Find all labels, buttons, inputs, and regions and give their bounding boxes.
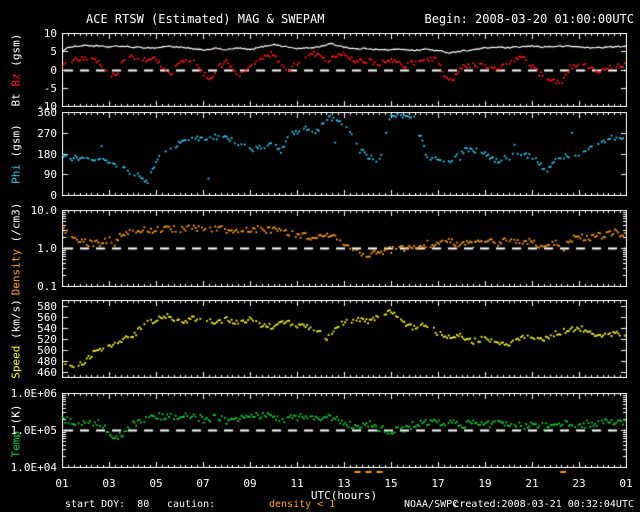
x-tick-label: 01 (619, 477, 633, 490)
mag-ytick-label: -5 (43, 81, 57, 95)
speed-plot-canvas (62, 300, 627, 378)
density-plot-canvas (62, 210, 627, 287)
x-tick-label: 23 (572, 477, 586, 490)
temp-ytick-label: 1.0E+04 (10, 461, 57, 474)
speed-ytick-label: 480 (37, 354, 57, 368)
density-ytick-label: 0.1 (37, 280, 57, 293)
phi-ytick-label: 180 (37, 147, 57, 161)
speed-ytick-label: 460 (37, 365, 57, 379)
temp-ytick-label: 1.0E+05 (10, 424, 57, 437)
speed-ytick-label: 500 (37, 343, 57, 357)
x-tick-label: 15 (384, 477, 398, 490)
x-tick-label: 03 (102, 477, 116, 490)
ace-rtsw-solar-wind-plot: ACE RTSW (Estimated) MAG & SWEPAM Begin:… (0, 0, 640, 512)
x-tick-label: 17 (431, 477, 445, 490)
phi-plot-canvas (62, 112, 627, 196)
x-tick-label: 19 (478, 477, 492, 490)
created-timestamp: created:2008-03-21 00:32:04UTC (453, 499, 634, 510)
density-ytick-label: 1.0 (37, 242, 57, 255)
caution-label: caution: (167, 499, 216, 510)
caution-marker-strip (62, 470, 627, 474)
x-tick-label: 11 (290, 477, 304, 490)
speed-ytick-label: 580 (37, 299, 57, 313)
temp-plot-canvas (62, 393, 627, 468)
mag-ytick-label: 10 (43, 27, 57, 40)
plot-title: ACE RTSW (Estimated) MAG & SWEPAM (86, 12, 325, 26)
mag-ytick-label: 0 (50, 63, 57, 77)
x-tick-label: 09 (243, 477, 257, 490)
phi-ytick-label: 270 (37, 126, 57, 140)
x-tick-label: 21 (525, 477, 539, 490)
speed-ytick-label: 520 (37, 332, 57, 346)
caution-value: density < 1 (269, 499, 336, 510)
speed-ytick-label: 540 (37, 321, 57, 335)
density-ytick-label: 10.0 (30, 204, 58, 217)
mag-plot-canvas (62, 33, 627, 107)
start-doy-label: start DOY: 80 (65, 499, 150, 510)
phi-ytick-label: 90 (43, 168, 57, 182)
begin-timestamp: Begin: 2008-03-20 01:00:00UTC (424, 12, 634, 26)
mag-ytick-label: 5 (50, 45, 57, 59)
speed-ytick-label: 560 (37, 310, 57, 324)
phi-ytick-label: 360 (37, 106, 57, 119)
agency-label: NOAA/SWPC (404, 499, 459, 510)
x-tick-label: 07 (196, 477, 210, 490)
temp-ytick-label: 1.0E+06 (10, 387, 57, 400)
x-tick-label: 01 (55, 477, 69, 490)
phi-ytick-label: 0 (50, 189, 57, 202)
x-tick-label: 05 (149, 477, 163, 490)
